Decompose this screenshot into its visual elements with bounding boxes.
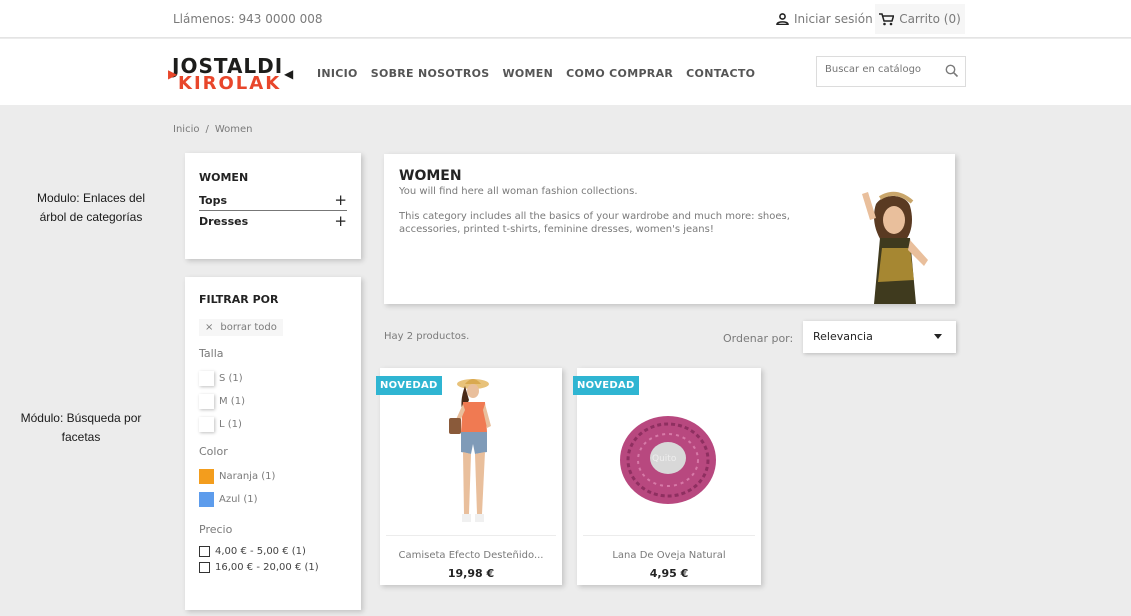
- sort-selected-value: Relevancia: [813, 330, 873, 343]
- chevron-down-icon: [934, 334, 942, 339]
- checkbox[interactable]: [199, 545, 210, 557]
- category-model-image: [862, 191, 928, 304]
- color-swatch-orange[interactable]: [199, 469, 214, 484]
- clear-all-label: borrar todo: [220, 322, 277, 333]
- checkbox[interactable]: [199, 371, 214, 386]
- breadcrumb-home[interactable]: Inicio: [173, 124, 199, 135]
- close-icon: ×: [205, 322, 214, 333]
- clear-all-filters-button[interactable]: × borrar todo: [199, 319, 283, 336]
- new-badge: NOVEDAD: [376, 376, 442, 395]
- cart-button[interactable]: Carrito (0): [875, 4, 965, 34]
- checkbox[interactable]: [199, 561, 210, 573]
- product-price: 19,98 €: [447, 567, 495, 580]
- category-tree: WOMEN Tops + Dresses +: [185, 153, 361, 259]
- sort-label: Ordenar por:: [723, 332, 794, 345]
- search-icon[interactable]: [945, 64, 959, 78]
- faceted-search: FILTRAR POR × borrar todo Talla S (1) M …: [185, 277, 361, 610]
- phone-number: Llámenos: 943 0000 008: [173, 12, 323, 26]
- breadcrumb: Inicio / Women: [173, 124, 253, 135]
- annotation-category-tree: Modulo: Enlaces del árbol de categorías: [36, 191, 146, 224]
- checkbox[interactable]: [199, 417, 214, 432]
- category-item-dresses[interactable]: Dresses +: [199, 213, 347, 230]
- login-label: Iniciar sesión: [794, 12, 873, 26]
- annotation-faceted-search: Módulo: Búsqueda por facetas: [20, 411, 142, 444]
- facet-option-label: S (1): [219, 373, 243, 384]
- search-box: [816, 56, 966, 87]
- facet-option-price-2[interactable]: 16,00 € - 20,00 € (1): [199, 559, 347, 575]
- divider: [583, 535, 755, 536]
- login-link[interactable]: Iniciar sesión: [776, 12, 873, 26]
- divider: [386, 535, 556, 536]
- nav-item-sobre-nosotros[interactable]: SOBRE NOSOTROS: [371, 67, 490, 80]
- facet-option-size-s[interactable]: S (1): [199, 367, 347, 390]
- cart-label: Carrito (0): [899, 12, 961, 26]
- product-card[interactable]: NOVEDAD Camiseta Efecto Desteñido... 19,…: [376, 368, 562, 585]
- nav-item-women[interactable]: WOMEN: [502, 67, 553, 80]
- facet-option-color-blue[interactable]: Azul (1): [199, 488, 347, 511]
- quick-view-label[interactable]: Quito: [652, 454, 676, 464]
- nav-item-contacto[interactable]: CONTACTO: [686, 67, 755, 80]
- facet-option-size-l[interactable]: L (1): [199, 413, 347, 436]
- facet-option-color-orange[interactable]: Naranja (1): [199, 465, 347, 488]
- logo-line-2: KIROLAK: [178, 73, 282, 94]
- top-bar: Llámenos: 943 0000 008 Iniciar sesión Ca…: [0, 0, 1131, 38]
- sort-select[interactable]: Relevancia: [803, 321, 956, 353]
- category-description: This category includes all the basics of…: [399, 211, 790, 235]
- products-count: Hay 2 productos.: [384, 331, 470, 342]
- category-item-label[interactable]: Dresses: [199, 215, 248, 228]
- category-item-tops[interactable]: Tops +: [199, 192, 347, 211]
- facet-option-label: Azul (1): [219, 494, 258, 505]
- main-nav: INICIO SOBRE NOSOTROS WOMEN COMO COMPRAR…: [317, 67, 755, 80]
- facet-option-label: L (1): [219, 419, 242, 430]
- logo-arrow-left-icon: ▶: [168, 67, 178, 81]
- logo-arrow-right-icon: ◀: [284, 67, 294, 81]
- category-item-label[interactable]: Tops: [199, 194, 227, 207]
- nav-item-inicio[interactable]: INICIO: [317, 67, 358, 80]
- user-icon: [776, 13, 789, 25]
- facet-title-size: Talla: [199, 347, 224, 360]
- facet-option-label: Naranja (1): [219, 471, 276, 482]
- site-header: ▶ JOSTALDI KIROLAK ◀ INICIO SOBRE NOSOTR…: [0, 39, 1131, 105]
- facet-option-size-m[interactable]: M (1): [199, 390, 347, 413]
- facet-title-color: Color: [199, 445, 228, 458]
- expand-plus-icon[interactable]: +: [334, 193, 347, 208]
- checkbox[interactable]: [199, 394, 214, 409]
- facets-title: FILTRAR POR: [199, 293, 279, 306]
- product-card[interactable]: Quito NOVEDAD Lana De Oveja Natural 4,95…: [573, 368, 761, 585]
- new-badge: NOVEDAD: [573, 376, 639, 395]
- product-name[interactable]: Lana De Oveja Natural: [577, 550, 761, 561]
- product-price: 4,95 €: [649, 567, 689, 580]
- nav-item-como-comprar[interactable]: COMO COMPRAR: [566, 67, 673, 80]
- facet-option-label: 16,00 € - 20,00 € (1): [215, 561, 319, 573]
- breadcrumb-separator: /: [205, 124, 209, 135]
- store-logo[interactable]: ▶ JOSTALDI KIROLAK ◀: [168, 56, 294, 96]
- color-swatch-blue[interactable]: [199, 492, 214, 507]
- cart-icon: [879, 12, 895, 25]
- product-image[interactable]: [435, 374, 511, 534]
- facet-title-price: Precio: [199, 523, 233, 536]
- category-tree-title[interactable]: WOMEN: [199, 171, 347, 184]
- facet-option-price-1[interactable]: 4,00 € - 5,00 € (1): [199, 543, 347, 559]
- product-name[interactable]: Camiseta Efecto Desteñido...: [380, 550, 562, 561]
- category-title: WOMEN: [399, 168, 462, 184]
- breadcrumb-current[interactable]: Women: [215, 124, 253, 135]
- facet-option-label: 4,00 € - 5,00 € (1): [215, 545, 306, 557]
- facet-option-label: M (1): [219, 396, 245, 407]
- expand-plus-icon[interactable]: +: [334, 214, 347, 229]
- search-input[interactable]: [825, 64, 935, 75]
